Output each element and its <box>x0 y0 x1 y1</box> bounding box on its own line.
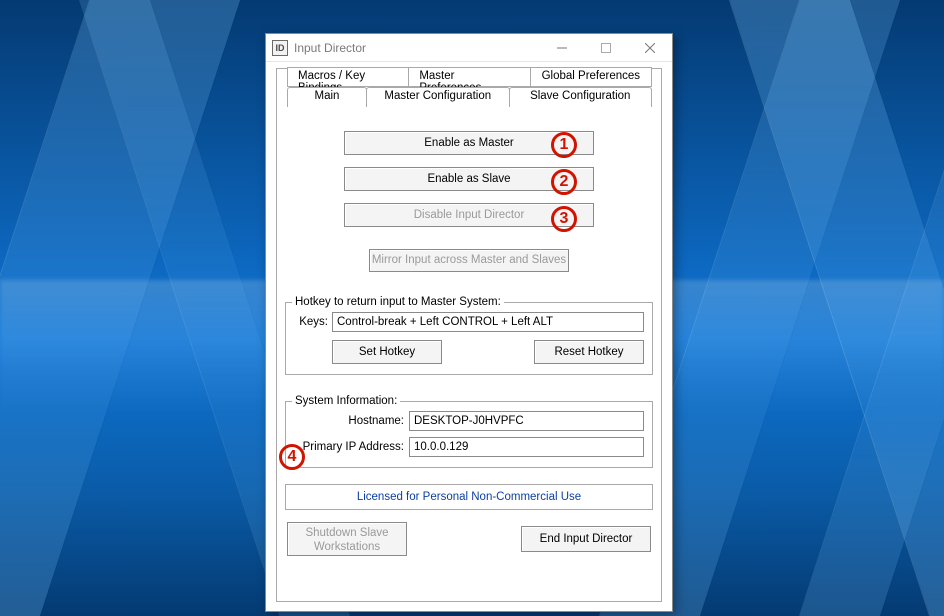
tab-label: Slave Configuration <box>530 90 630 102</box>
panel-frame: Macros / Key Bindings Master Preferences… <box>276 68 662 602</box>
footer-row: Shutdown Slave Workstations End Input Di… <box>287 522 651 556</box>
app-window: ID Input Director Macros / Key Bindings … <box>265 33 673 612</box>
window-title: Input Director <box>294 41 540 55</box>
annotation-3: 3 <box>551 206 577 232</box>
button-label: Disable Input Director <box>414 209 525 221</box>
app-icon: ID <box>272 40 288 56</box>
tab-macros[interactable]: Macros / Key Bindings <box>287 67 409 87</box>
button-label: Shutdown Slave Workstations <box>305 527 388 553</box>
button-label: Reset Hotkey <box>554 346 623 358</box>
annotation-label: 3 <box>560 210 569 228</box>
tab-slave-configuration[interactable]: Slave Configuration <box>509 87 653 107</box>
annotation-label: 1 <box>560 136 569 154</box>
ip-field[interactable] <box>409 437 644 457</box>
ip-label: Primary IP Address: <box>294 441 404 453</box>
button-label: Enable as Slave <box>427 173 510 185</box>
tab-label: Master Configuration <box>384 90 491 102</box>
mirror-input-button[interactable]: Mirror Input across Master and Slaves <box>369 249 569 272</box>
sysinfo-legend: System Information: <box>292 395 400 407</box>
close-button[interactable] <box>628 34 672 62</box>
tab-master-configuration[interactable]: Master Configuration <box>366 87 510 107</box>
system-info-group: System Information: Hostname: Primary IP… <box>285 395 653 468</box>
tab-body-main: Enable as Master Enable as Slave Disable… <box>287 109 651 591</box>
hostname-field[interactable] <box>409 411 644 431</box>
client-area: Macros / Key Bindings Master Preferences… <box>267 62 671 610</box>
annotation-label: 2 <box>560 173 569 191</box>
tab-global-preferences[interactable]: Global Preferences <box>530 67 652 87</box>
button-label: Set Hotkey <box>359 346 415 358</box>
set-hotkey-button[interactable]: Set Hotkey <box>332 340 442 364</box>
hostname-label: Hostname: <box>294 415 404 427</box>
button-label: End Input Director <box>540 533 633 545</box>
maximize-icon <box>601 43 611 53</box>
minimize-button[interactable] <box>540 34 584 62</box>
hostname-row: Hostname: <box>294 411 644 431</box>
desktop-background: ID Input Director Macros / Key Bindings … <box>0 0 944 616</box>
tab-label: Main <box>315 90 340 102</box>
tab-row-top: Macros / Key Bindings Master Preferences… <box>287 67 651 87</box>
button-label: Mirror Input across Master and Slaves <box>372 254 566 266</box>
tab-label: Global Preferences <box>542 70 640 82</box>
ip-row: Primary IP Address: <box>294 437 644 457</box>
annotation-label: 4 <box>288 448 297 466</box>
hotkey-group: Hotkey to return input to Master System:… <box>285 296 653 375</box>
tab-row-bottom: Main Master Configuration Slave Configur… <box>287 87 651 107</box>
license-box: Licensed for Personal Non-Commercial Use <box>285 484 653 510</box>
license-link[interactable]: Licensed for Personal Non-Commercial Use <box>357 491 581 503</box>
reset-hotkey-button[interactable]: Reset Hotkey <box>534 340 644 364</box>
hotkey-keys-row: Keys: <box>294 312 644 332</box>
shutdown-slaves-button[interactable]: Shutdown Slave Workstations <box>287 522 407 556</box>
button-label: Enable as Master <box>424 137 514 149</box>
tab-main[interactable]: Main <box>287 87 367 107</box>
tab-master-preferences[interactable]: Master Preferences <box>408 67 530 87</box>
annotation-1: 1 <box>551 132 577 158</box>
keys-label: Keys: <box>294 316 328 328</box>
minimize-icon <box>557 43 567 53</box>
maximize-button[interactable] <box>584 34 628 62</box>
end-input-director-button[interactable]: End Input Director <box>521 526 651 552</box>
tab-strip: Macros / Key Bindings Master Preferences… <box>287 67 651 109</box>
close-icon <box>645 43 655 53</box>
annotation-2: 2 <box>551 169 577 195</box>
annotation-4: 4 <box>279 444 305 470</box>
titlebar[interactable]: ID Input Director <box>266 34 672 62</box>
hotkey-keys-field[interactable] <box>332 312 644 332</box>
hotkey-legend: Hotkey to return input to Master System: <box>292 296 504 308</box>
hotkey-buttons-row: Set Hotkey Reset Hotkey <box>294 340 644 364</box>
